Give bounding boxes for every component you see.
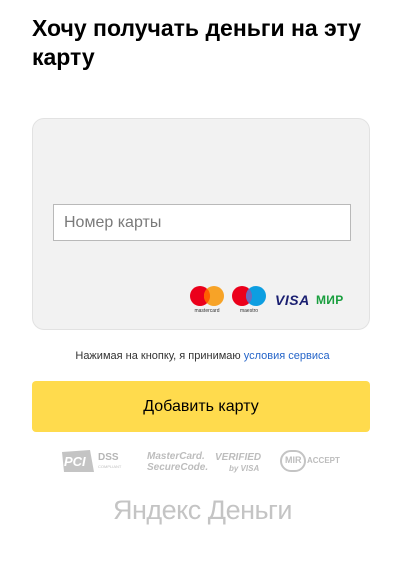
- dss-label: DSS: [98, 452, 119, 463]
- mir-accept-badge: MIR ACCEPT: [280, 448, 344, 476]
- terms-notice: Нажимая на кнопку, я принимаю условия се…: [0, 350, 405, 362]
- card-number-input[interactable]: [53, 204, 351, 241]
- maestro-icon: [232, 286, 266, 306]
- maestro-label: maestro: [239, 308, 259, 314]
- verified-by-visa-badge: VERIFIED by VISA: [215, 448, 270, 476]
- visa-logo: VISA: [275, 292, 310, 308]
- securecode-line1: MasterCard.: [147, 451, 205, 462]
- mastercard-label: mastercard: [194, 308, 220, 314]
- verified-line1: VERIFIED: [215, 452, 262, 463]
- pci-dss-badge: PCI DSS COMPLIANT: [60, 448, 126, 476]
- compliant-label: COMPLIANT: [98, 464, 122, 469]
- pci-label: PCI: [64, 454, 86, 469]
- mastercard-icon: [190, 286, 224, 306]
- securecode-line2: SecureCode.: [147, 462, 209, 473]
- mir-accept-accept: ACCEPT: [307, 456, 340, 465]
- security-badges: PCI DSS COMPLIANT MasterCard. SecureCode…: [60, 448, 350, 478]
- terms-text: Нажимая на кнопку, я принимаю: [75, 350, 244, 362]
- add-card-button[interactable]: Добавить карту: [32, 381, 370, 432]
- verified-line2: by VISA: [229, 464, 260, 473]
- mir-accept-mir: MIR: [285, 455, 302, 465]
- mir-logo: МИР: [316, 293, 344, 307]
- yandex-money-logo: Яндекс Деньги: [112, 495, 293, 525]
- maestro-logo: maestro: [229, 285, 269, 314]
- page-title: Хочу получать деньги на эту карту: [32, 15, 362, 70]
- terms-link[interactable]: условия сервиса: [244, 350, 330, 362]
- card-form: mastercard maestro VISA МИР: [32, 118, 370, 330]
- mastercard-securecode-badge: MasterCard. SecureCode.: [147, 448, 209, 476]
- mastercard-logo: mastercard: [187, 285, 227, 314]
